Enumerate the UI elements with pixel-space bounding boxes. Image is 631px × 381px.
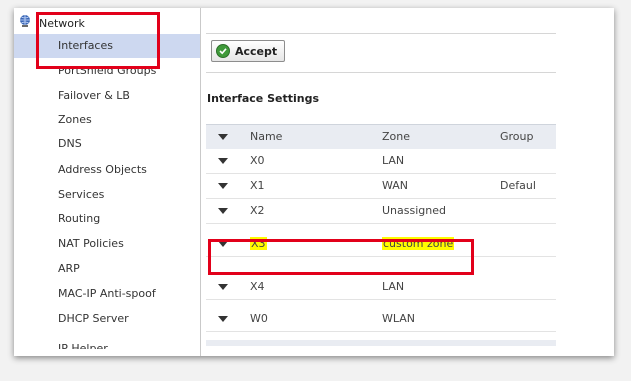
interface-name: W0 [250,312,268,325]
expand-all-icon[interactable] [218,134,228,140]
main-panel: Accept Interface Settings Name Zone Grou… [201,8,614,356]
interface-zone: WLAN [382,312,416,325]
interface-group: Default [500,179,536,192]
sidebar-item-label: Interfaces [58,39,113,52]
sidebar-item-label: Routing [58,212,101,225]
sidebar-item-services[interactable]: Services [14,183,200,207]
sidebar-item-interfaces[interactable]: Interfaces [14,34,200,58]
interface-name: X3 [250,232,267,256]
sidebar-network-root[interactable]: Network [39,16,85,32]
sidebar-item-ip-helper[interactable]: IP Helper [14,334,200,356]
sidebar-item-label: NAT Policies [58,237,124,250]
section-title: Interface Settings [207,92,320,105]
column-header-zone[interactable]: Zone [382,125,410,149]
checkmark-icon [216,44,230,58]
sidebar-item-label: DHCP Server [58,312,129,325]
interface-zone: LAN [382,154,405,167]
sidebar-item-portshield-groups[interactable]: PortShield Groups [14,59,200,83]
interface-zone: Unassigned [382,204,446,217]
interface-zone: LAN [382,280,405,293]
sidebar-item-label: Zones [58,113,92,126]
table-row[interactable]: X3 custom zone [206,232,556,257]
sidebar-item-dhcp-server[interactable]: DHCP Server [14,307,200,331]
interface-group [500,199,536,223]
column-header-group[interactable]: Group [500,125,536,149]
sidebar-item-label: Services [58,188,105,201]
column-header-name[interactable]: Name [250,125,282,149]
accept-button[interactable]: Accept [211,40,285,62]
sidebar-item-label: PortShield Groups [58,64,157,77]
table-row[interactable]: W0 WLAN [206,307,556,332]
sidebar-item-label: Address Objects [58,163,147,176]
expand-row-icon[interactable] [218,183,228,189]
interface-name: X4 [250,280,265,293]
network-globe-icon [20,15,30,27]
interface-group [500,307,536,331]
interface-name: X1 [250,179,265,192]
sidebar-item-arp[interactable]: ARP [14,257,200,281]
screenshot-frame: Network Interfaces PortShield Groups Fai… [14,8,614,356]
interface-group [500,275,536,299]
accept-button-label: Accept [235,44,278,58]
sidebar-item-failover-lb[interactable]: Failover & LB [14,84,200,108]
table-header: Name Zone Group [206,124,556,149]
highlighted-text: custom zone [382,237,455,250]
expand-row-icon[interactable] [218,158,228,164]
interface-group [500,149,536,173]
highlighted-text: X3 [250,237,267,250]
interface-zone: custom zone [382,232,455,256]
sidebar-item-label: DNS [58,137,82,150]
sidebar: Network Interfaces PortShield Groups Fai… [14,8,201,356]
interface-name: X2 [250,204,265,217]
expand-row-icon[interactable] [218,316,228,322]
sidebar-item-zones[interactable]: Zones [14,108,200,132]
sidebar-item-dns[interactable]: DNS [14,132,200,156]
table-row[interactable]: X1 WAN Default [206,174,556,199]
divider [206,33,556,34]
sidebar-item-label: MAC-IP Anti-spoof [58,287,156,300]
interface-group [500,232,536,256]
table-row[interactable]: X2 Unassigned [206,199,556,224]
sidebar-item-nat-policies[interactable]: NAT Policies [14,232,200,256]
divider [206,72,556,73]
sidebar-item-label: Failover & LB [58,89,130,102]
table-row[interactable]: X0 LAN [206,149,556,174]
expand-row-icon[interactable] [218,241,228,247]
interface-name: X0 [250,154,265,167]
sidebar-item-label: IP Helper [58,342,108,349]
expand-row-icon[interactable] [218,284,228,290]
sidebar-item-label: ARP [58,262,80,275]
sidebar-item-mac-ip-anti-spoof[interactable]: MAC-IP Anti-spoof [14,282,200,306]
table-footer [206,340,556,346]
interface-zone: WAN [382,179,409,192]
expand-row-icon[interactable] [218,208,228,214]
sidebar-item-routing[interactable]: Routing [14,207,200,231]
table-row[interactable]: X4 LAN [206,275,556,300]
sidebar-item-address-objects[interactable]: Address Objects [14,158,200,182]
